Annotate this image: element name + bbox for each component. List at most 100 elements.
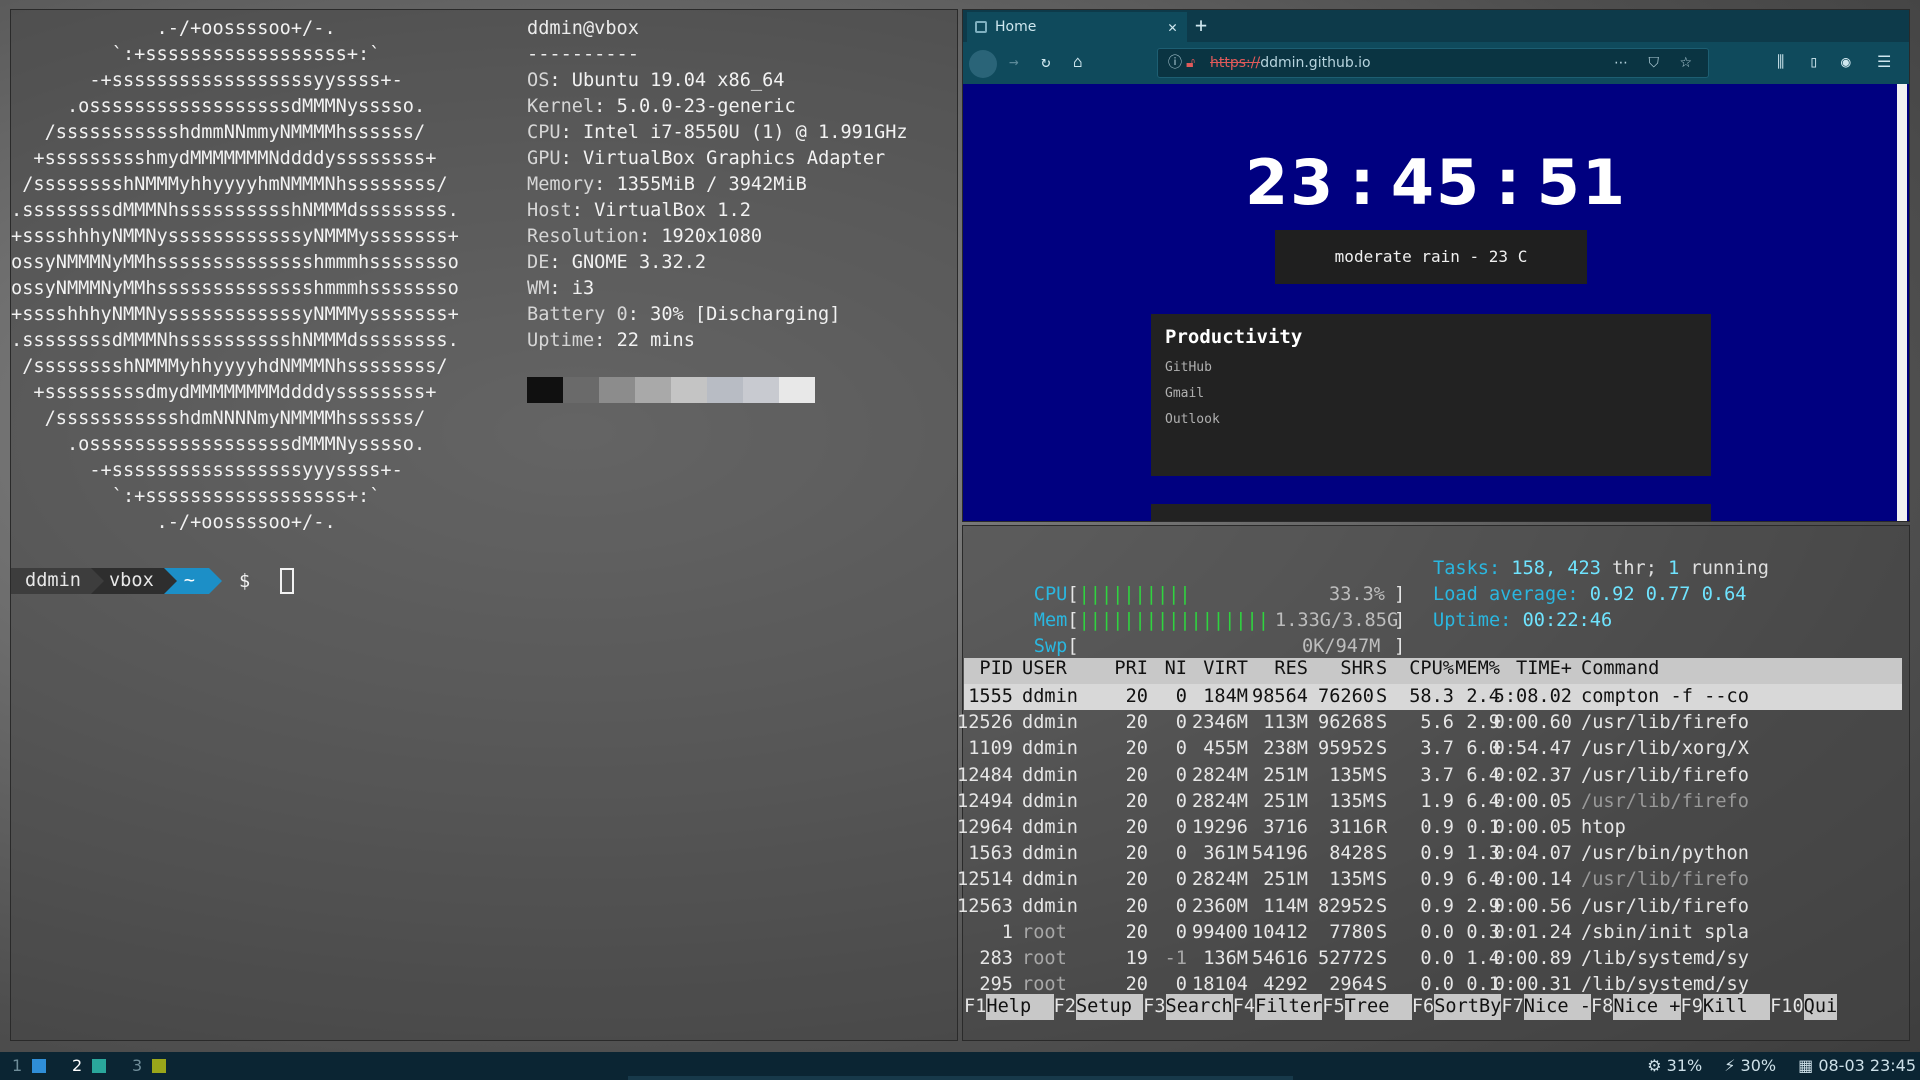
process-row[interactable]: 1555 ddmin 20 0 184M 98564 76260 S 58.3 2.4 5:08.0…	[964, 684, 1902, 710]
forward-icon[interactable]: →	[1009, 52, 1019, 71]
link-gmail[interactable]: Gmail	[1165, 386, 1204, 401]
page-icon	[975, 21, 987, 33]
fkey-number[interactable]: F1	[964, 994, 986, 1020]
info-row: DE: GNOME 3.32.2	[527, 252, 707, 273]
info-key: Uptime	[527, 330, 595, 351]
process-cell: 0.9	[1420, 869, 1454, 891]
process-cell: S	[1376, 869, 1388, 891]
process-cell: ddmin	[1022, 869, 1078, 891]
fkey-label[interactable]: Tree	[1344, 994, 1412, 1020]
fkey-label[interactable]: SortBy	[1434, 994, 1502, 1020]
process-row[interactable]: 283 root 19 -1 136M 54616 52772 S 0.0 1.4 0:00.89/…	[964, 946, 1902, 972]
firefox-window[interactable]: Home ✕ + → ↻ ⌂ ⓘ 🔓︎ https://ddmin.github…	[962, 9, 1910, 522]
shell-prompt[interactable]: ddmin vbox ~ $	[11, 568, 295, 594]
process-cell: 283	[979, 948, 1013, 969]
process-cell: S	[1376, 921, 1388, 943]
scrollbar[interactable]	[1897, 84, 1907, 521]
logo-line: /sssssssshNMMMyhhyyyyhdNMMMNhssssssss/	[11, 356, 448, 377]
process-table-header[interactable]: PID USER PRI NI VIRT RES SHR S CPU% MEM% TIME+ Comm…	[964, 658, 1902, 684]
logo-line: -+sssssssssssssssssyyyssss+-	[11, 460, 403, 481]
fkey-label[interactable]: Search	[1165, 994, 1233, 1020]
process-row[interactable]: 12494 ddmin 20 0 2824M 251M 135M S 1.9 6.4 0:00.05…	[957, 789, 1902, 815]
process-cell: 2360M	[1192, 895, 1248, 917]
link-outlook[interactable]: Outlook	[1165, 412, 1220, 427]
info-icon[interactable]: ⓘ	[1168, 49, 1182, 77]
process-cell: /usr/lib/firefo	[1581, 764, 1749, 786]
workspace-square-icon	[32, 1059, 47, 1073]
url-bar[interactable]: ⓘ 🔓︎ https://ddmin.github.io ⋯ ⛉ ☆	[1157, 48, 1709, 78]
process-cell: 12563	[957, 895, 1013, 917]
page-action-icons[interactable]: ⋯ ⛉ ☆	[1614, 49, 1700, 77]
home-icon[interactable]: ⌂	[1073, 52, 1083, 71]
process-row[interactable]: 1 root 20 0 99400 10412 7780 S 0.0 0.3 0:01.24/sbi…	[964, 920, 1902, 946]
process-row[interactable]: 12526 ddmin 20 0 2346M 113M 96268 S 5.6 2.9 0:00.6…	[957, 710, 1902, 736]
fkey-label[interactable]: Filter	[1255, 994, 1323, 1020]
separator: ----------	[527, 44, 639, 65]
palette-swatch	[527, 377, 563, 403]
fkey-label[interactable]: Nice +	[1613, 994, 1681, 1020]
process-cell: S	[1376, 895, 1388, 917]
workspace-3[interactable]: 3	[132, 1052, 167, 1080]
terminal-cursor[interactable]	[280, 568, 295, 594]
process-row[interactable]: 1109 ddmin 20 0 455M 238M 95952 S 3.7 6.0 0:54.47/…	[964, 736, 1902, 762]
fkey-number[interactable]: F8	[1591, 994, 1613, 1020]
fkey-label[interactable]: Setup	[1075, 994, 1144, 1020]
palette-swatch	[743, 377, 779, 403]
link-github[interactable]: GitHub	[1165, 360, 1212, 375]
fkey-number[interactable]: F9	[1681, 994, 1703, 1020]
browser-tab-home[interactable]: Home ✕	[967, 12, 1187, 42]
fkey-number[interactable]: F7	[1501, 994, 1523, 1020]
insecure-lock-icon[interactable]: 🔓︎	[1186, 49, 1195, 77]
tab-title: Home	[995, 19, 1037, 35]
process-cell: 0	[1175, 764, 1187, 786]
status-blocks: ⚙ 31% ⚡︎ 30% ▦ 08-03 23:45	[1647, 1052, 1916, 1080]
fkey-number[interactable]: F5	[1322, 994, 1344, 1020]
process-row[interactable]: 1563 ddmin 20 0 361M 54196 8428 S 0.9 1.3 0:04.07/…	[964, 841, 1902, 867]
process-cell: htop	[1581, 817, 1626, 838]
reload-icon[interactable]: ↻	[1041, 52, 1051, 71]
process-row[interactable]: 12484 ddmin 20 0 2824M 251M 135M S 3.7 6.4 0:02.37…	[957, 763, 1902, 789]
process-cell: 99400	[1192, 921, 1248, 943]
fkey-number[interactable]: F10	[1770, 994, 1804, 1020]
info-key: Resolution	[527, 226, 639, 247]
library-icon[interactable]: ⫼	[1777, 52, 1784, 72]
process-cell: 1563	[968, 843, 1013, 865]
fkey-number[interactable]: F3	[1143, 994, 1165, 1020]
account-icon[interactable]: ◉	[1841, 52, 1851, 71]
palette-swatch	[671, 377, 707, 403]
cpu-meter: CPU[|||||||||| 33.3%]	[1033, 584, 1406, 605]
sidebar-icon[interactable]: ▯	[1809, 52, 1819, 71]
process-cell: /sbin/init spla	[1581, 921, 1749, 943]
process-cell: 114M	[1263, 895, 1308, 917]
fkey-label[interactable]: Kill	[1702, 994, 1771, 1020]
fkey-number[interactable]: F2	[1054, 994, 1076, 1020]
process-row[interactable]: 12964 ddmin 20 0 19296 3716 3116 R 0.9 0.1 0:00.05…	[957, 815, 1902, 841]
htop-window[interactable]: CPU[|||||||||| 33.3%] Mem[|||||||||||||||…	[957, 525, 1910, 1041]
fkey-number[interactable]: F4	[1233, 994, 1255, 1020]
close-tab-icon[interactable]: ✕	[1168, 18, 1177, 36]
fkey-label[interactable]: Help	[986, 994, 1054, 1020]
process-cell: 76260	[1318, 686, 1374, 707]
logo-line: ossyNMMMNyMMhsssssssssssssshmmmhssssssso	[11, 252, 459, 273]
back-button-icon[interactable]	[969, 50, 997, 78]
function-key-bar: F1 Help F2 Setup F3 Search F4 Filter F5 Tree F6…	[964, 994, 1902, 1020]
fkey-label[interactable]: Qui	[1803, 994, 1838, 1020]
column-header: S	[1376, 658, 1388, 679]
process-cell: 20	[1125, 738, 1148, 760]
process-row[interactable]: 12563 ddmin 20 0 2360M 114M 82952 S 0.9 2.9 0:00.5…	[957, 894, 1902, 920]
terminal-window[interactable]: .-/+oossssoo+/-. `:+ssssssssssssssssss+:…	[10, 9, 958, 1041]
process-row[interactable]: 12514 ddmin 20 0 2824M 251M 135M S 0.9 6.4 0:00.14…	[957, 867, 1902, 893]
fkey-number[interactable]: F6	[1412, 994, 1434, 1020]
workspace-number: 1	[12, 1056, 23, 1075]
workspace-1[interactable]: 1	[12, 1052, 47, 1080]
workspace-2[interactable]: 2	[72, 1052, 107, 1080]
page-content: 23 : 45 : 51 moderate rain - 23 C Produc…	[963, 84, 1909, 521]
process-cell: 54196	[1252, 843, 1308, 865]
logo-line: .-/+oossssoo+/-.	[11, 18, 336, 39]
logo-line: .-/+oossssoo+/-.	[11, 512, 336, 533]
fkey-label[interactable]: Nice -	[1523, 994, 1591, 1020]
info-row: Battery 0: 30% [Discharging]	[527, 304, 841, 325]
new-tab-icon[interactable]: +	[1195, 13, 1207, 37]
menu-icon[interactable]: ☰	[1877, 52, 1891, 71]
datetime-status: ▦ 08-03 23:45	[1798, 1056, 1916, 1075]
